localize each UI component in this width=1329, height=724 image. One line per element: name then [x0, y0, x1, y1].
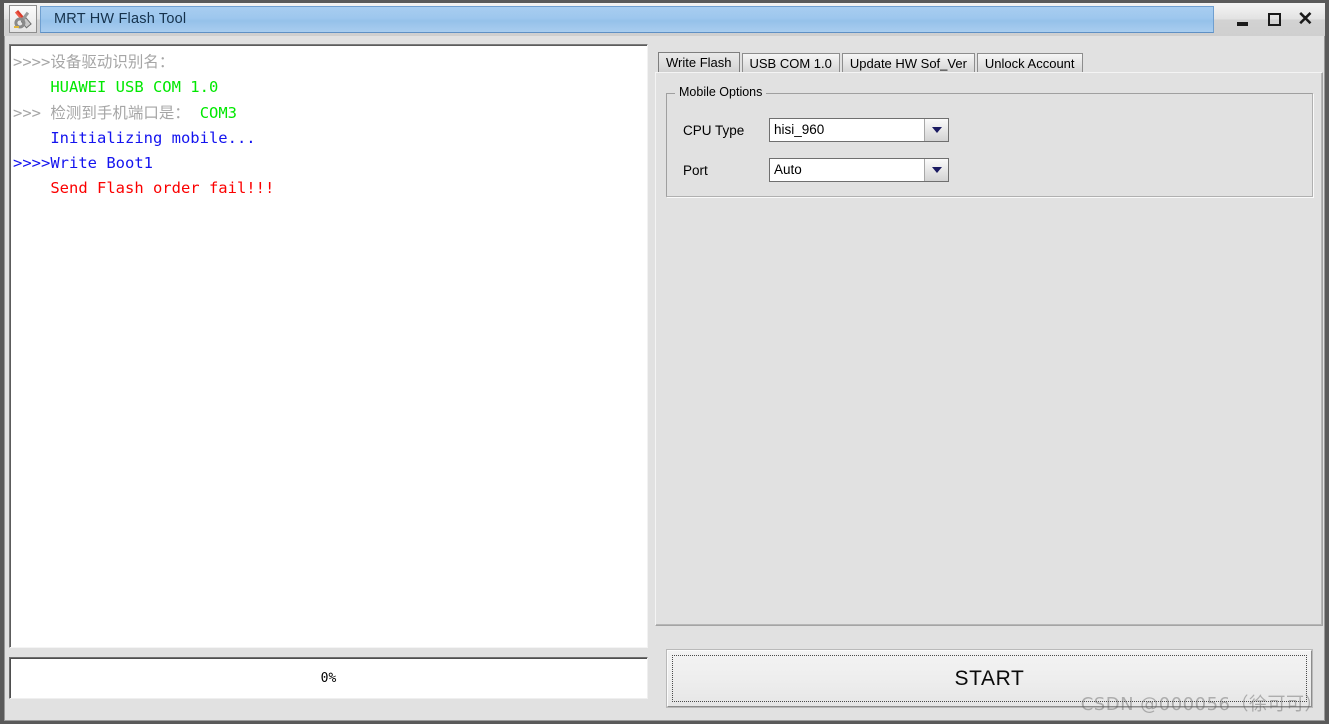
log-line-prefix: >>>>: [13, 154, 51, 173]
log-line-indent: [13, 129, 50, 147]
log-line: >>>>Write Boot1: [10, 151, 647, 176]
port-label: Port: [683, 162, 708, 178]
start-button[interactable]: START: [667, 650, 1312, 707]
cpu-type-select[interactable]: hisi_960: [769, 118, 949, 142]
mobile-options-group: Mobile Options CPU Type hisi_960 Port Au…: [666, 85, 1313, 197]
tab-label: USB COM 1.0: [749, 56, 832, 71]
field-row-cpu-type: CPU Type hisi_960: [683, 118, 949, 142]
start-button-label: START: [954, 666, 1025, 690]
tab-label: Update HW Sof_Ver: [849, 56, 967, 71]
log-line-prefix: >>>: [13, 103, 51, 122]
tab-panel-write-flash: Mobile Options CPU Type hisi_960 Port Au…: [655, 72, 1323, 626]
progress-bar: 0%: [9, 657, 648, 699]
log-line: Send Flash order fail!!!: [10, 176, 647, 201]
log-line-text: 检测到手机端口是：: [50, 103, 200, 122]
app-window: MRT HW Flash Tool ✕ >>>>设备驱动识别名： HUAWEI …: [0, 0, 1329, 724]
cpu-type-label: CPU Type: [683, 122, 745, 138]
log-output-panel[interactable]: >>>>设备驱动识别名： HUAWEI USB COM 1.0 >>> 检测到手机…: [9, 44, 648, 648]
title-strip[interactable]: MRT HW Flash Tool: [40, 6, 1214, 33]
log-line-text: 设备驱动识别名：: [50, 53, 175, 71]
chevron-down-icon[interactable]: [924, 159, 948, 181]
log-line-indent: [13, 78, 50, 96]
tab-update-hw-sof-ver[interactable]: Update HW Sof_Ver: [841, 53, 975, 73]
tab-unlock-account[interactable]: Unlock Account: [976, 53, 1083, 73]
log-lines: >>>>设备驱动识别名： HUAWEI USB COM 1.0 >>> 检测到手机…: [10, 45, 647, 202]
maximize-icon[interactable]: [1264, 10, 1283, 30]
window-controls: ✕: [1233, 7, 1319, 32]
log-line: HUAWEI USB COM 1.0: [10, 75, 647, 100]
log-line: >>> 检测到手机端口是： COM3: [10, 101, 647, 126]
log-line-text: Send Flash order fail!!!: [50, 179, 275, 198]
tabstrip: Write Flash USB COM 1.0 Update HW Sof_Ver U…: [658, 52, 1083, 73]
close-icon[interactable]: ✕: [1296, 10, 1315, 30]
progress-bar-label: 0%: [320, 670, 337, 686]
log-line-value: COM3: [199, 103, 238, 122]
mobile-options-title: Mobile Options: [675, 85, 767, 99]
log-line-text: Write Boot1: [50, 154, 153, 173]
log-line-text: Initializing mobile...: [50, 128, 256, 147]
port-select[interactable]: Auto: [769, 158, 949, 182]
tab-label: Write Flash: [666, 55, 732, 70]
titlebar[interactable]: MRT HW Flash Tool ✕: [4, 3, 1325, 36]
log-line-indent: [13, 179, 50, 197]
cpu-type-value: hisi_960: [770, 119, 924, 141]
chevron-down-icon[interactable]: [924, 119, 948, 141]
log-line-text: HUAWEI USB COM 1.0: [50, 78, 219, 97]
log-line: Initializing mobile...: [10, 126, 647, 151]
log-line: >>>>设备驱动识别名：: [10, 50, 647, 75]
field-row-port: Port Auto: [683, 158, 949, 182]
log-line-prefix: >>>>: [13, 53, 51, 71]
port-value: Auto: [770, 159, 924, 181]
minimize-icon[interactable]: [1233, 10, 1252, 30]
page-title: MRT HW Flash Tool: [54, 11, 187, 27]
tab-write-flash[interactable]: Write Flash: [658, 52, 740, 73]
flash-tool-icon: [9, 5, 37, 33]
tab-label: Unlock Account: [984, 56, 1075, 71]
tab-usb-com-1-0[interactable]: USB COM 1.0: [741, 53, 840, 73]
